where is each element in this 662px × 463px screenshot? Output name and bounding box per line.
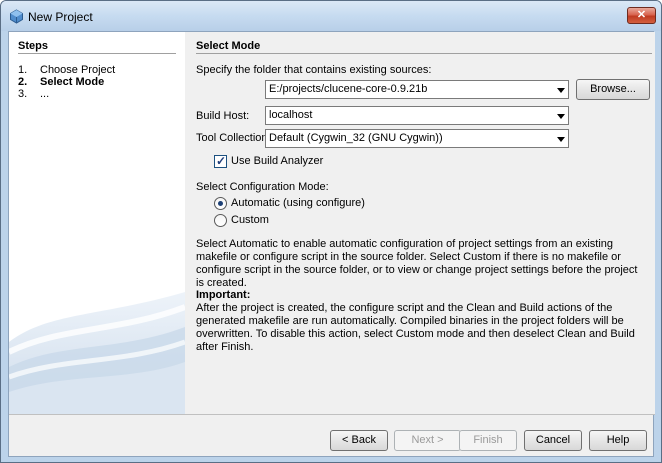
new-project-dialog: New Project ✕ Steps 1. Choose Project 2. S… xyxy=(0,0,662,463)
build-host-label: Build Host: xyxy=(196,110,250,122)
steps-panel: Steps 1. Choose Project 2. Select Mode 3..… xyxy=(9,32,185,414)
step-number: 1. xyxy=(18,64,28,76)
panel-title-divider xyxy=(196,53,652,54)
build-host-combo[interactable]: localhost xyxy=(265,106,569,125)
button-bar-divider xyxy=(9,414,655,415)
automatic-radio-label[interactable]: Automatic (using configure) xyxy=(231,197,365,209)
step-number: 2. xyxy=(18,76,28,88)
radio-selected-dot xyxy=(218,201,223,206)
browse-button[interactable]: Browse... xyxy=(576,79,650,100)
checkmark-icon: ✓ xyxy=(216,154,227,168)
automatic-radio[interactable] xyxy=(214,197,227,210)
config-mode-label: Select Configuration Mode: xyxy=(196,181,329,193)
step-select-mode: 2. Select Mode xyxy=(18,76,104,88)
step-label: Select Mode xyxy=(40,76,105,88)
step-label: Choose Project xyxy=(40,64,116,76)
close-icon: ✕ xyxy=(636,9,647,21)
custom-radio-label[interactable]: Custom xyxy=(231,214,269,226)
use-build-analyzer-label[interactable]: Use Build Analyzer xyxy=(231,155,323,167)
build-host-value: localhost xyxy=(269,109,313,121)
dialog-client-area: Steps 1. Choose Project 2. Select Mode 3..… xyxy=(8,31,655,457)
back-button[interactable]: < Back xyxy=(330,430,388,451)
source-folder-combo[interactable]: E:/projects/clucene-core-0.9.21b xyxy=(265,80,569,99)
chevron-down-icon[interactable] xyxy=(557,88,565,93)
tool-collection-value: Default (Cygwin_32 (GNU Cygwin)) xyxy=(269,132,443,144)
tool-collection-combo[interactable]: Default (Cygwin_32 (GNU Cygwin)) xyxy=(265,129,569,148)
next-button[interactable]: Next > xyxy=(394,430,461,451)
important-text: After the project is created, the config… xyxy=(196,302,635,353)
custom-radio[interactable] xyxy=(214,214,227,227)
chevron-down-icon[interactable] xyxy=(557,114,565,119)
tool-collection-label: Tool Collection: xyxy=(196,132,271,144)
steps-divider xyxy=(18,53,176,54)
use-build-analyzer-checkbox[interactable]: ✓ xyxy=(214,154,227,168)
cancel-button[interactable]: Cancel xyxy=(524,430,582,451)
finish-button[interactable]: Finish xyxy=(459,430,517,451)
step-more: 3.... xyxy=(18,88,49,100)
panel-title: Select Mode xyxy=(196,40,261,52)
close-window-button[interactable]: ✕ xyxy=(627,7,656,24)
help-button[interactable]: Help xyxy=(589,430,647,451)
source-folder-value: E:/projects/clucene-core-0.9.21b xyxy=(269,83,428,95)
step-choose-project: 1. Choose Project xyxy=(18,64,115,76)
select-mode-panel: Select Mode Specify the folder that cont… xyxy=(185,32,655,414)
step-number: 3. xyxy=(18,88,28,100)
source-folder-label: Specify the folder that contains existin… xyxy=(196,64,432,76)
steps-heading: Steps xyxy=(18,40,48,52)
wizard-decoration-image xyxy=(9,292,185,414)
netbeans-app-icon xyxy=(10,9,23,24)
mode-description: Select Automatic to enable automatic con… xyxy=(196,238,638,289)
step-label: ... xyxy=(40,88,50,100)
window-title: New Project xyxy=(28,10,93,24)
important-heading: Important: xyxy=(196,289,251,301)
title-bar[interactable]: New Project ✕ xyxy=(1,1,661,31)
chevron-down-icon[interactable] xyxy=(557,137,565,142)
